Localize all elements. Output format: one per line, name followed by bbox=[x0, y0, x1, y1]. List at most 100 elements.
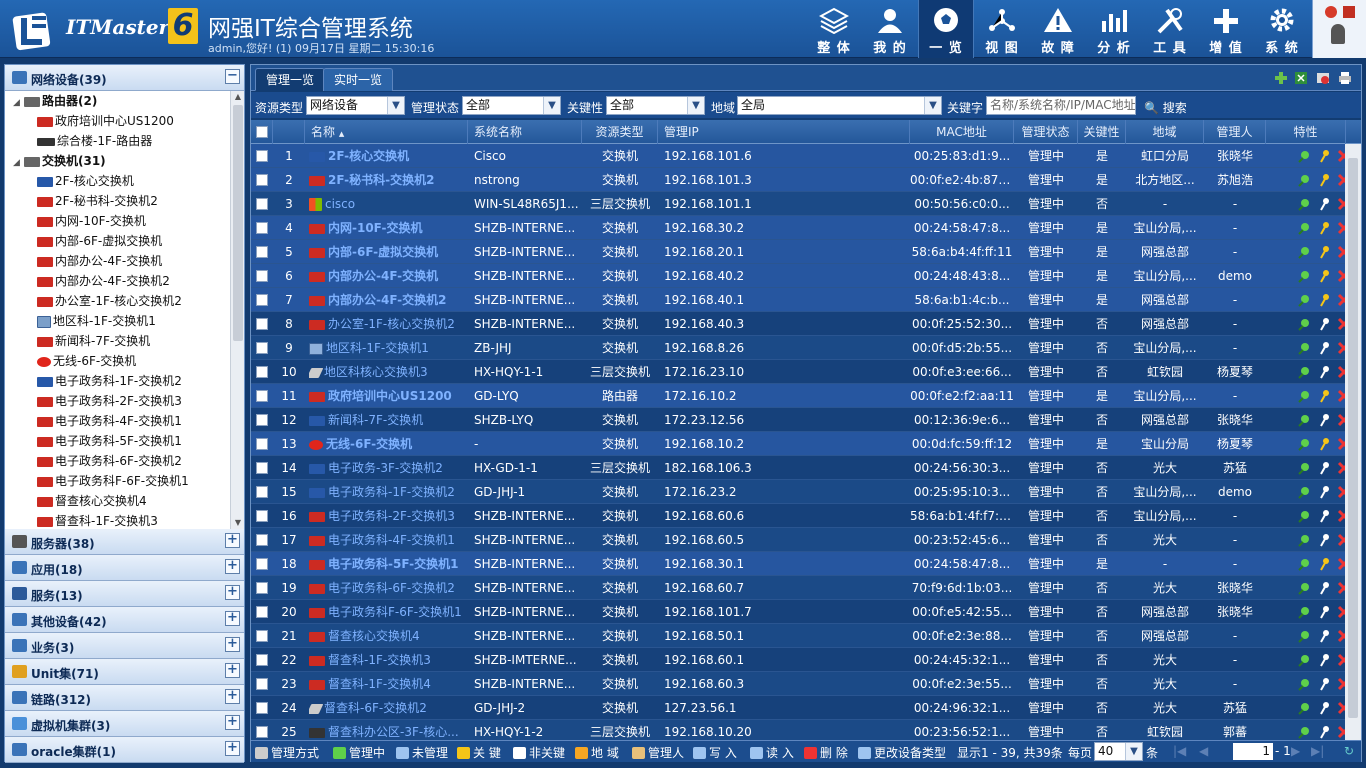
tree-item[interactable]: 电子政务科-2F-交换机3 bbox=[37, 391, 182, 411]
row-checkbox[interactable] bbox=[256, 630, 268, 642]
device-name[interactable]: 电子政务科F-6F-交换机1 bbox=[328, 605, 462, 619]
table-row[interactable]: 2 2F-秘书科-交换机2 nstrong 交换机 192.168.101.3 00:0f… bbox=[251, 168, 1351, 192]
table-row[interactable]: 6 内部办公-4F-交换机 SHZB-INTERNE... 交换机 192.168.40… bbox=[251, 264, 1351, 288]
key-icon[interactable] bbox=[1317, 245, 1331, 259]
table-row[interactable]: 22 督查科-1F-交换机3 SHZB-IMTERNE... 交换机 192.168.6… bbox=[251, 648, 1351, 672]
managed-status-icon[interactable] bbox=[1297, 389, 1311, 403]
page-input[interactable]: 1 bbox=[1233, 743, 1273, 760]
key-icon[interactable] bbox=[1317, 701, 1331, 715]
tree-item[interactable]: 电子政务科-1F-交换机2 bbox=[37, 371, 182, 391]
print-icon[interactable] bbox=[1338, 71, 1352, 85]
key-icon[interactable] bbox=[1317, 293, 1331, 307]
non-critical-button[interactable]: 非关键 bbox=[513, 744, 565, 761]
export-excel-icon[interactable] bbox=[1294, 71, 1308, 85]
col-header[interactable]: 管理状态 bbox=[1014, 120, 1078, 144]
table-row[interactable]: 17 电子政务科-4F-交换机1 SHZB-INTERNE... 交换机 192.168… bbox=[251, 528, 1351, 552]
table-row[interactable]: 21 督查核心交换机4 SHZB-INTERNE... 交换机 192.168.50.1… bbox=[251, 624, 1351, 648]
tree-item[interactable]: 内网-10F-交换机 bbox=[37, 211, 146, 231]
managed-status-icon[interactable] bbox=[1297, 293, 1311, 307]
managed-status-icon[interactable] bbox=[1297, 533, 1311, 547]
next-page-icon[interactable]: ▶ bbox=[1291, 744, 1300, 758]
write-button[interactable]: 写 入 bbox=[693, 744, 737, 761]
managed-status-icon[interactable] bbox=[1297, 653, 1311, 667]
device-name-link[interactable]: cisco bbox=[309, 192, 466, 216]
device-name-link[interactable]: 电子政务科-1F-交换机2 bbox=[309, 480, 466, 504]
row-checkbox[interactable] bbox=[256, 222, 268, 234]
logout-icon[interactable] bbox=[1325, 6, 1337, 18]
sidebar-section-unit[interactable]: Unit集(71) + bbox=[5, 659, 244, 685]
tree-item[interactable]: 新闻科-7F-交换机 bbox=[37, 331, 150, 351]
key-icon[interactable] bbox=[1317, 173, 1331, 187]
managed-status-icon[interactable] bbox=[1297, 197, 1311, 211]
row-checkbox[interactable] bbox=[256, 246, 268, 258]
add-icon[interactable] bbox=[1274, 71, 1288, 85]
table-row[interactable]: 23 督查科-1F-交换机4 SHZB-INTERNE... 交换机 192.168.6… bbox=[251, 672, 1351, 696]
expand-toggle[interactable]: + bbox=[225, 637, 240, 652]
device-name-link[interactable]: 2F-秘书科-交换机2 bbox=[309, 168, 466, 192]
nav-gear[interactable]: 系 统 bbox=[1254, 0, 1310, 58]
device-name[interactable]: 电子政务科-5F-交换机1 bbox=[328, 557, 459, 571]
collapse-toggle[interactable]: − bbox=[225, 69, 240, 84]
tab-management[interactable]: 管理一览 bbox=[255, 68, 326, 91]
col-header[interactable]: 系统名称 bbox=[468, 120, 582, 144]
table-row[interactable]: 25 督查科办公区-3F-核心... HX-HQY-1-2 三层交换机 192.168.… bbox=[251, 720, 1351, 740]
row-checkbox[interactable] bbox=[256, 510, 268, 522]
table-row[interactable]: 19 电子政务科-6F-交换机2 SHZB-INTERNE... 交换机 192.168… bbox=[251, 576, 1351, 600]
key-icon[interactable] bbox=[1317, 581, 1331, 595]
key-icon[interactable] bbox=[1317, 389, 1331, 403]
expand-icon[interactable]: ◢ bbox=[13, 93, 21, 113]
tree-item[interactable]: 2F-秘书科-交换机2 bbox=[37, 191, 158, 211]
device-name[interactable]: 督查科-1F-交换机3 bbox=[328, 653, 431, 667]
table-row[interactable]: 20 电子政务科F-6F-交换机1 SHZB-INTERNE... 交换机 192.16… bbox=[251, 600, 1351, 624]
sidebar-section-cloud[interactable]: 虚拟机集群(3) + bbox=[5, 711, 244, 737]
row-checkbox[interactable] bbox=[256, 294, 268, 306]
table-row[interactable]: 18 电子政务科-5F-交换机1 SHZB-INTERNE... 交换机 192.168… bbox=[251, 552, 1351, 576]
managed-status-icon[interactable] bbox=[1297, 173, 1311, 187]
managed-status-icon[interactable] bbox=[1297, 557, 1311, 571]
row-checkbox[interactable] bbox=[256, 654, 268, 666]
row-checkbox[interactable] bbox=[256, 534, 268, 546]
settings-tool-icon[interactable] bbox=[1316, 71, 1330, 85]
select-all-checkbox[interactable] bbox=[251, 120, 273, 144]
table-scrollbar[interactable] bbox=[1345, 144, 1361, 740]
tree-scrollbar[interactable]: ▲ ▼ bbox=[230, 91, 244, 529]
key-icon[interactable] bbox=[1317, 149, 1331, 163]
key-icon[interactable] bbox=[1317, 629, 1331, 643]
managed-status-icon[interactable] bbox=[1297, 725, 1311, 739]
change-device-type-button[interactable]: 更改设备类型 bbox=[858, 744, 946, 761]
exit-icon[interactable] bbox=[1343, 6, 1355, 18]
key-icon[interactable] bbox=[1317, 197, 1331, 211]
col-header[interactable]: 管理人 bbox=[1204, 120, 1266, 144]
sidebar-section-db[interactable]: oracle集群(1) + bbox=[5, 737, 244, 763]
tree-item[interactable]: 办公室-1F-核心交换机2 bbox=[37, 291, 182, 311]
nav-user[interactable]: 我 的 bbox=[862, 0, 918, 58]
key-icon[interactable] bbox=[1317, 485, 1331, 499]
tree-item[interactable]: 无线-6F-交换机 bbox=[37, 351, 136, 371]
expand-toggle[interactable]: + bbox=[225, 715, 240, 730]
managed-status-icon[interactable] bbox=[1297, 245, 1311, 259]
tree-item[interactable]: 内部办公-4F-交换机2 bbox=[37, 271, 170, 291]
table-row[interactable]: 14 电子政务-3F-交换机2 HX-GD-1-1 三层交换机 182.168.106.… bbox=[251, 456, 1351, 480]
managed-status-icon[interactable] bbox=[1297, 629, 1311, 643]
device-name-link[interactable]: 督查科-6F-交换机2 bbox=[309, 696, 466, 720]
device-name-link[interactable]: 内网-10F-交换机 bbox=[309, 216, 466, 240]
col-header[interactable]: MAC地址 bbox=[910, 120, 1014, 144]
read-button[interactable]: 读 入 bbox=[750, 744, 794, 761]
tree-item[interactable]: 电子政务科F-6F-交换机1 bbox=[37, 471, 189, 491]
region-button[interactable]: 地 域 bbox=[575, 744, 619, 761]
col-header[interactable]: 地域 bbox=[1126, 120, 1204, 144]
tree-item[interactable]: 综合楼-1F-路由器 bbox=[37, 131, 152, 151]
expand-toggle[interactable]: + bbox=[225, 689, 240, 704]
nav-chart[interactable]: 分 析 bbox=[1086, 0, 1142, 58]
managed-status-icon[interactable] bbox=[1297, 605, 1311, 619]
unmanaged-button[interactable]: 未管理 bbox=[396, 744, 448, 761]
key-icon[interactable] bbox=[1317, 221, 1331, 235]
device-name[interactable]: 督查科-1F-交换机4 bbox=[328, 677, 431, 691]
managed-status-icon[interactable] bbox=[1297, 461, 1311, 475]
tree-item[interactable]: 电子政务科-6F-交换机2 bbox=[37, 451, 182, 471]
table-row[interactable]: 1 2F-核心交换机 Cisco 交换机 192.168.101.6 00:25:83:d… bbox=[251, 144, 1351, 168]
tree-item[interactable]: ◢ 交换机(31) bbox=[13, 151, 106, 171]
expand-toggle[interactable]: + bbox=[225, 611, 240, 626]
device-name-link[interactable]: 内部办公-4F-交换机2 bbox=[309, 288, 466, 312]
row-checkbox[interactable] bbox=[256, 366, 268, 378]
